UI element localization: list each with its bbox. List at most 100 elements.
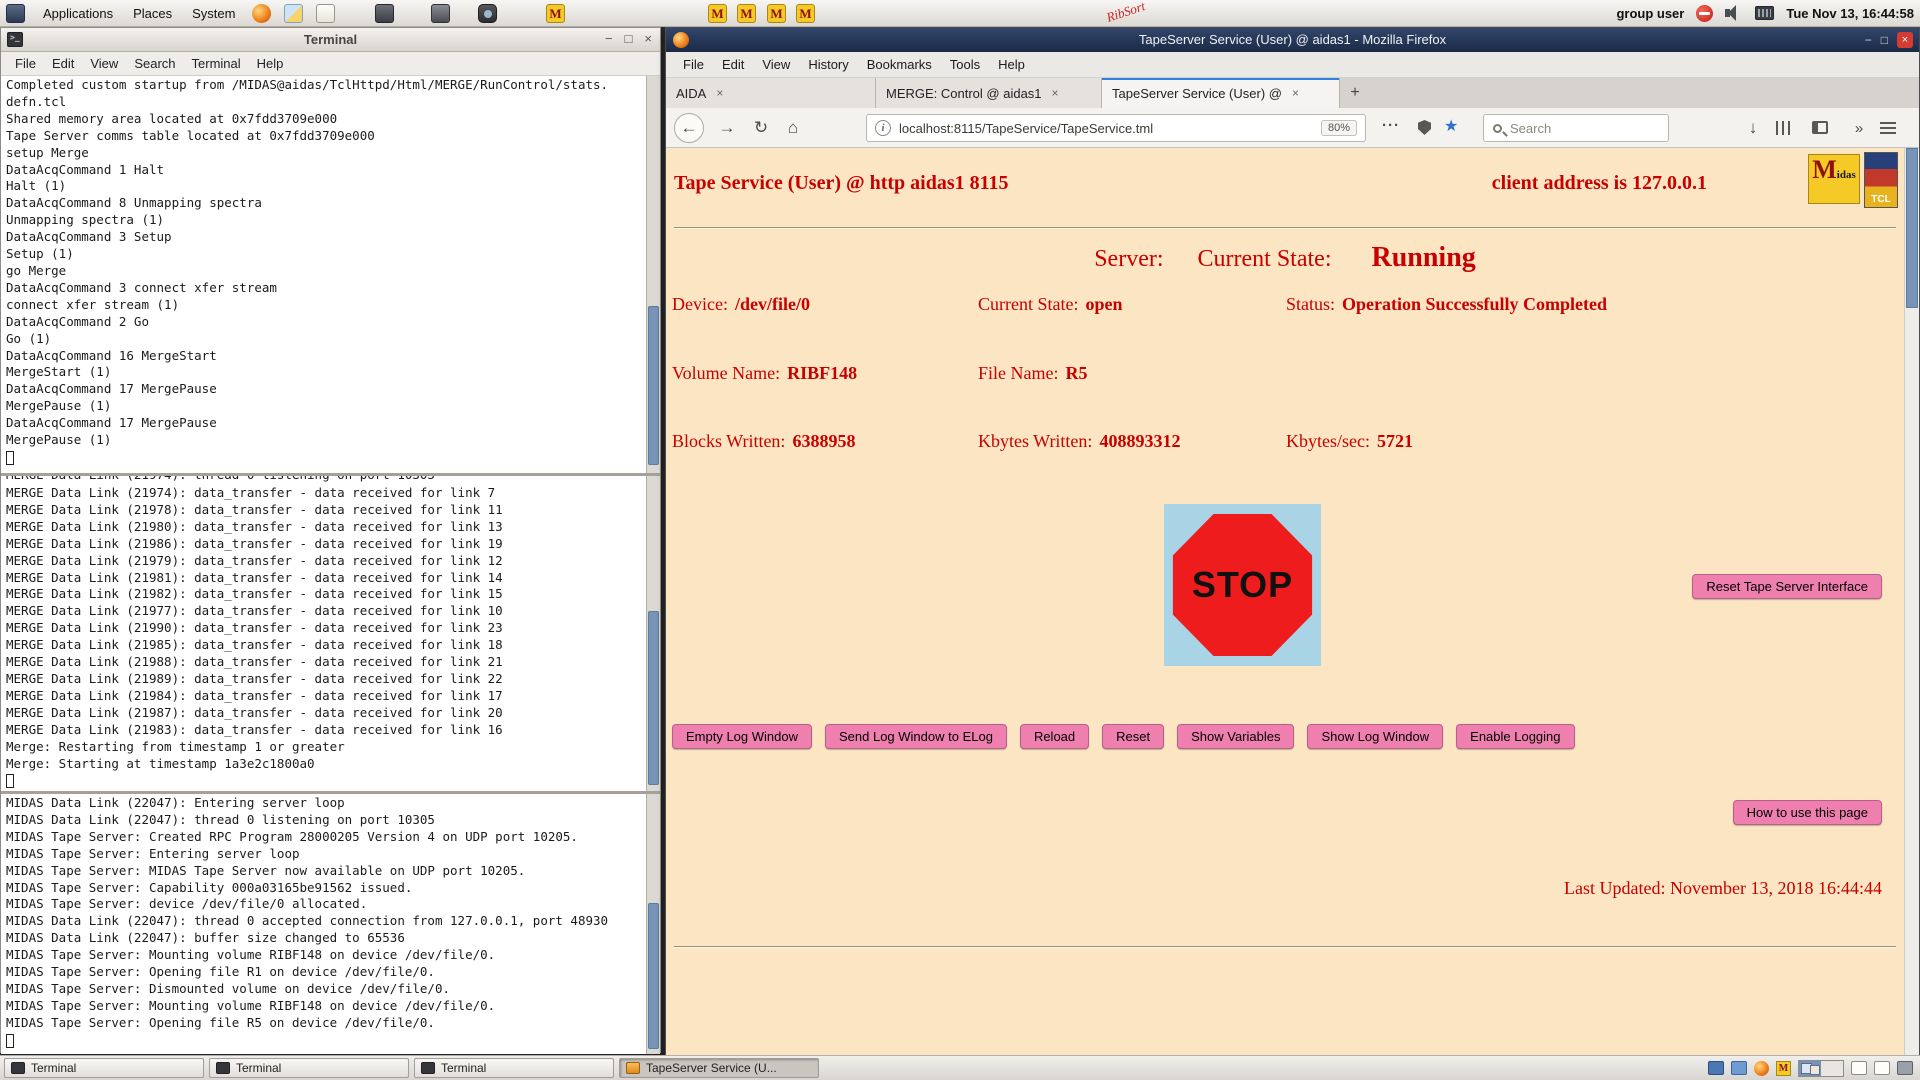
firefox-menu-view[interactable]: View	[753, 55, 799, 74]
how-to-use-button[interactable]: How to use this page	[1733, 800, 1882, 825]
tab-merge-control[interactable]: MERGE: Control @ aidas1 ×	[876, 78, 1102, 108]
tray-document-icon[interactable]	[1851, 1061, 1867, 1075]
camera-launcher-icon[interactable]	[478, 4, 497, 23]
firefox-menu-tools[interactable]: Tools	[941, 55, 989, 74]
menu-places[interactable]: Places	[123, 0, 182, 26]
page-title: Tape Service (User) @ http aidas1 8115	[674, 172, 1009, 195]
tray-display-icon[interactable]	[1708, 1061, 1724, 1075]
workspace-2[interactable]	[1821, 1061, 1843, 1076]
tab-close-icon[interactable]: ×	[1052, 86, 1059, 100]
scrollbar-thumb[interactable]	[1906, 148, 1918, 308]
terminal-menu-view[interactable]: View	[82, 54, 126, 73]
reset-button[interactable]: Reset	[1102, 724, 1164, 749]
tray-document-icon[interactable]	[1874, 1061, 1890, 1075]
tab-close-icon[interactable]: ×	[1292, 86, 1299, 100]
zoom-level-badge[interactable]: 80%	[1321, 120, 1357, 136]
new-tab-button[interactable]: +	[1340, 78, 1370, 108]
terminal-pane-1[interactable]: Completed custom startup from /MIDAS@aid…	[1, 76, 660, 473]
terminal-maximize-button[interactable]: □	[625, 31, 633, 46]
trash-icon[interactable]	[1897, 1061, 1913, 1075]
terminal-menu-file[interactable]: File	[7, 54, 44, 73]
terminal-menu-terminal[interactable]: Terminal	[184, 54, 249, 73]
speaker-icon[interactable]	[1725, 5, 1743, 21]
blocks-written-field: Blocks Written:6388958	[672, 431, 855, 452]
editor-launcher-icon[interactable]	[316, 4, 335, 23]
pocket-icon[interactable]	[1418, 120, 1431, 135]
keyboard-icon[interactable]	[1755, 6, 1774, 20]
menu-system[interactable]: System	[182, 0, 245, 26]
scrollbar-thumb[interactable]	[648, 903, 659, 1049]
tray-firefox-icon[interactable]	[1754, 1061, 1769, 1076]
stop-sign-button[interactable]: STOP	[1164, 504, 1321, 666]
taskbar-item-terminal-3[interactable]: Terminal	[414, 1058, 614, 1078]
terminal-minimize-button[interactable]: −	[605, 31, 613, 46]
workspace-1[interactable]	[1799, 1061, 1821, 1076]
taskbar-item-terminal-2[interactable]: Terminal	[209, 1058, 409, 1078]
url-bar[interactable]: i localhost:8115/TapeService/TapeService…	[866, 114, 1366, 142]
firefox-minimize-button[interactable]: −	[1865, 33, 1872, 47]
firefox-menu-file[interactable]: File	[674, 55, 713, 74]
terminal-close-button[interactable]: ×	[644, 31, 652, 46]
midas-launcher-icon-2[interactable]: M	[708, 4, 727, 23]
taskbar-item-terminal-1[interactable]: Terminal	[4, 1058, 204, 1078]
reset-tape-server-interface-button[interactable]: Reset Tape Server Interface	[1692, 574, 1882, 599]
midas-launcher-icon-5[interactable]: M	[796, 4, 815, 23]
enable-logging-button[interactable]: Enable Logging	[1456, 724, 1574, 749]
midas-logo-image[interactable]: Midas	[1808, 154, 1860, 204]
scrollbar-thumb[interactable]	[648, 611, 659, 784]
tray-midas-icon[interactable]: M	[1776, 1061, 1791, 1076]
firefox-maximize-button[interactable]: □	[1881, 33, 1888, 47]
firefox-menu-help[interactable]: Help	[989, 55, 1034, 74]
midas-launcher-icon-1[interactable]: M	[546, 4, 565, 23]
sidebar-icon[interactable]	[1812, 121, 1828, 134]
tray-display2-icon[interactable]	[1731, 1061, 1747, 1075]
scrollbar-thumb[interactable]	[648, 306, 659, 465]
tab-aida[interactable]: AIDA ×	[666, 78, 876, 108]
site-info-icon[interactable]: i	[875, 120, 891, 136]
tcl-powered-logo-image[interactable]: TCL	[1864, 152, 1898, 208]
midas-launcher-icon-3[interactable]: M	[737, 4, 756, 23]
firefox-menu-edit[interactable]: Edit	[713, 55, 753, 74]
bookmark-star-icon[interactable]: ★	[1444, 116, 1458, 136]
terminal-cursor	[6, 774, 14, 788]
tool2-launcher-icon[interactable]	[431, 4, 450, 23]
firefox-menu-history[interactable]: History	[799, 55, 857, 74]
terminal-menu-edit[interactable]: Edit	[44, 54, 82, 73]
empty-log-window-button[interactable]: Empty Log Window	[672, 724, 812, 749]
send-log-to-elog-button[interactable]: Send Log Window to ELog	[825, 724, 1007, 749]
hamburger-menu-icon[interactable]	[1880, 122, 1896, 134]
panel-clock[interactable]: Tue Nov 13, 16:44:58	[1786, 6, 1914, 21]
ribsort-launcher-label[interactable]: RibSort	[1105, 0, 1148, 26]
terminal-titlebar[interactable]: Terminal − □ ×	[1, 28, 660, 52]
main-menu-icon[interactable]	[6, 4, 25, 23]
firefox-titlebar[interactable]: TapeServer Service (User) @ aidas1 - Moz…	[666, 28, 1919, 52]
terminal-menu-search[interactable]: Search	[126, 54, 183, 73]
tab-close-icon[interactable]: ×	[716, 86, 723, 100]
tool-launcher-icon[interactable]	[375, 4, 394, 23]
firefox-close-button[interactable]: ×	[1897, 32, 1913, 48]
firefox-launcher-icon[interactable]	[252, 4, 271, 23]
forward-button[interactable]: →	[712, 113, 742, 143]
show-log-window-button[interactable]: Show Log Window	[1307, 724, 1443, 749]
library-icon[interactable]	[1776, 121, 1792, 135]
terminal-pane-3[interactable]: MIDAS Data Link (22047): Entering server…	[1, 794, 660, 1054]
home-icon[interactable]: ⌂	[778, 113, 808, 143]
terminal-menu-help[interactable]: Help	[249, 54, 292, 73]
taskbar-item-tapeserver[interactable]: TapeServer Service (U...	[619, 1058, 819, 1078]
page-actions-icon[interactable]: ···	[1382, 117, 1400, 134]
tab-tapeserver[interactable]: TapeServer Service (User) @ ×	[1102, 78, 1340, 108]
terminal-pane-2[interactable]: MERGE Data Link (21974): thread 0 listen…	[1, 476, 660, 791]
back-button[interactable]: ←	[674, 113, 704, 143]
midas-launcher-icon-4[interactable]: M	[767, 4, 786, 23]
terminal-icon	[11, 1062, 25, 1074]
downloads-icon[interactable]: ↓	[1738, 113, 1768, 143]
notification-icon[interactable]	[1696, 5, 1713, 22]
firefox-menu-bookmarks[interactable]: Bookmarks	[858, 55, 941, 74]
search-input[interactable]: Search	[1483, 114, 1669, 142]
show-variables-button[interactable]: Show Variables	[1177, 724, 1294, 749]
overflow-icon[interactable]: »	[1844, 113, 1874, 143]
reload-button[interactable]: Reload	[1020, 724, 1089, 749]
mail-launcher-icon[interactable]	[284, 4, 303, 23]
reload-icon[interactable]: ↻	[746, 113, 776, 143]
menu-applications[interactable]: Applications	[33, 0, 123, 26]
